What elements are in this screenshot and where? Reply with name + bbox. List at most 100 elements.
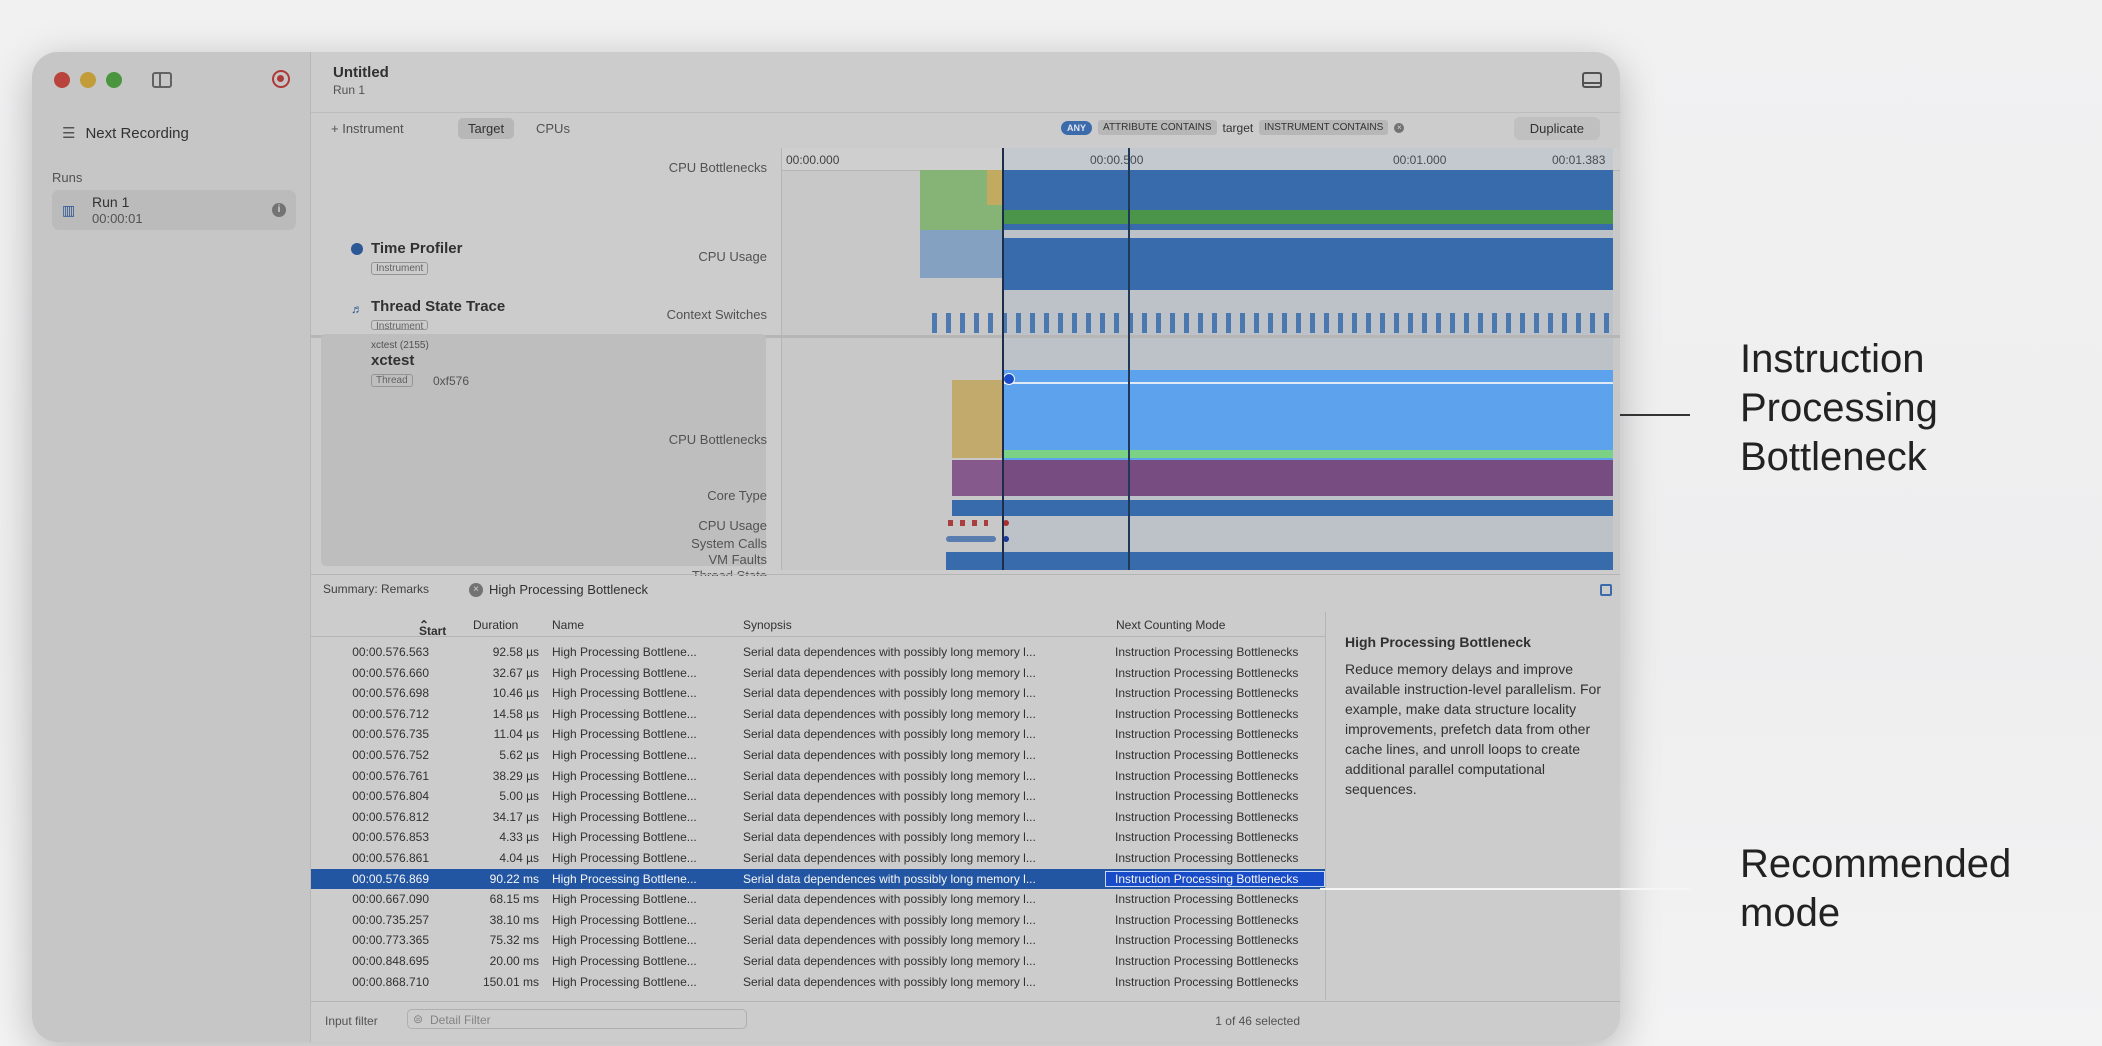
selection-start-line[interactable] <box>1002 148 1004 570</box>
cell-next-counting-mode: Instruction Processing Bottlenecks <box>1115 953 1299 968</box>
cpu-bottleneck-band <box>1003 170 1613 210</box>
table-row[interactable]: 00:00.576.804 5.00 µs High Processing Bott… <box>311 786 1325 807</box>
time-profiler-icon <box>351 243 363 255</box>
table-row[interactable]: 00:00.576.735 11.04 µs High Processing Bot… <box>311 724 1325 745</box>
process-name: xctest <box>371 352 415 369</box>
cell-name: High Processing Bottlene... <box>552 974 697 989</box>
add-instrument-button[interactable]: + Instrument <box>331 121 404 136</box>
track-filter[interactable]: ANY ATTRIBUTE CONTAINS target INSTRUMENT… <box>1061 120 1405 135</box>
time-profiler-tag: Instrument <box>371 262 429 275</box>
main-area: Untitled Run 1 + Instrument Target CPUs … <box>311 52 1620 1042</box>
bottom-panel-toggle-icon[interactable] <box>1582 72 1602 88</box>
cell-duration: 4.33 µs <box>499 830 539 845</box>
table-row[interactable]: 00:00.576.563 92.58 µs High Processing Bot… <box>311 642 1325 663</box>
cell-synopsis: Serial data dependences with possibly lo… <box>743 974 1036 989</box>
cell-start: 00:00.576.752 <box>352 747 429 762</box>
col-duration[interactable]: Duration <box>473 618 518 632</box>
col-start-label: Start <box>418 624 447 638</box>
summary-filter-token[interactable]: × High Processing Bottleneck <box>469 582 648 597</box>
toolbar: + Instrument Target CPUs ANY ATTRIBUTE C… <box>311 112 1620 147</box>
cell-next-counting-mode: Instruction Processing Bottlenecks <box>1115 974 1299 989</box>
document-subtitle: Run 1 <box>333 83 366 97</box>
cell-name: High Processing Bottlene... <box>552 830 697 845</box>
clear-filter-icon[interactable]: × <box>1394 122 1405 133</box>
next-recording-item[interactable]: ☰ Next Recording <box>62 124 189 143</box>
clear-token-icon[interactable]: × <box>469 582 483 597</box>
cell-synopsis: Serial data dependences with possibly lo… <box>743 665 1036 680</box>
tab-target[interactable]: Target <box>458 118 515 139</box>
cell-name: High Processing Bottlene... <box>552 686 697 701</box>
table-row[interactable]: 00:00.868.710 150.01 ms High Processing Bo… <box>311 972 1325 993</box>
cell-synopsis: Serial data dependences with possibly lo… <box>743 809 1036 824</box>
table-row[interactable]: 00:00.848.695 20.00 ms High Processing Bot… <box>311 951 1325 972</box>
cell-start: 00:00.576.812 <box>352 809 429 824</box>
duplicate-button[interactable]: Duplicate <box>1513 117 1600 140</box>
summary-selector[interactable]: Summary: Remarks <box>323 582 429 596</box>
info-icon[interactable]: i <box>272 203 286 217</box>
cpu-bottleneck-pre-block <box>987 170 1003 205</box>
table-row[interactable]: 00:00.576.698 10.46 µs High Processing Bot… <box>311 683 1325 704</box>
track-thread-state-trace[interactable]: Thread State Trace <box>371 298 505 315</box>
close-button[interactable] <box>54 72 70 88</box>
playhead[interactable] <box>1128 148 1130 570</box>
cell-next-counting-mode: Instruction Processing Bottlenecks <box>1115 892 1299 907</box>
tab-cpus[interactable]: CPUs <box>536 121 570 136</box>
cell-name: High Processing Bottlene... <box>552 871 697 886</box>
table-row[interactable]: 00:00.735.257 38.10 ms High Processing Bot… <box>311 910 1325 931</box>
col-name[interactable]: Name <box>552 618 584 632</box>
col-next-counting-mode[interactable]: Next Counting Mode <box>1116 618 1225 632</box>
instrument-contains-token[interactable]: INSTRUMENT CONTAINS <box>1259 120 1389 135</box>
region-start-handle[interactable] <box>1003 373 1015 385</box>
table-row[interactable]: 00:00.576.853 4.33 µs High Processing Bott… <box>311 827 1325 848</box>
cell-name: High Processing Bottlene... <box>552 645 697 659</box>
track-label-vm-faults: VM Faults <box>708 552 767 567</box>
cell-next-counting-mode: Instruction Processing Bottlenecks <box>1115 686 1299 701</box>
sidebar-toggle-icon[interactable] <box>152 72 172 88</box>
minimize-button[interactable] <box>80 72 96 88</box>
table-row[interactable]: 00:00.576.712 14.58 µs High Processing Bot… <box>311 704 1325 725</box>
table-row[interactable]: 00:00.667.090 68.15 ms High Processing Bot… <box>311 889 1325 910</box>
cell-duration: 75.32 ms <box>489 933 539 948</box>
table-row[interactable]: 00:00.576.869 90.22 ms High Processing Bot… <box>311 868 1325 890</box>
any-filter-pill[interactable]: ANY <box>1061 120 1093 135</box>
cell-duration: 14.58 µs <box>492 706 539 721</box>
cell-start: 00:00.576.712 <box>352 706 429 721</box>
table-row[interactable]: 00:00.576.752 5.62 µs High Processing Bott… <box>311 745 1325 766</box>
col-synopsis[interactable]: Synopsis <box>743 618 792 632</box>
attribute-contains-token[interactable]: ATTRIBUTE CONTAINS <box>1098 120 1217 135</box>
cell-name: High Processing Bottlene... <box>552 768 697 783</box>
table-row[interactable]: 00:00.576.660 32.67 µs High Processing Bot… <box>311 663 1325 684</box>
cell-synopsis: Serial data dependences with possibly lo… <box>743 850 1036 865</box>
filter-term[interactable]: target <box>1223 121 1254 135</box>
list-icon: ☰ <box>62 125 76 142</box>
cell-start: 00:00.848.695 <box>352 953 429 968</box>
cell-start: 00:00.667.090 <box>352 892 429 907</box>
detail-filter-input[interactable]: Detail Filter <box>407 1009 747 1029</box>
input-filter-label[interactable]: Input filter <box>325 1014 378 1028</box>
cell-name: High Processing Bottlene... <box>552 933 697 948</box>
table-row[interactable]: 00:00.773.365 75.32 ms High Processing Bot… <box>311 930 1325 951</box>
thread-type-select[interactable]: Thread <box>371 374 413 387</box>
summary-filter-label: High Processing Bottleneck <box>489 582 648 597</box>
cell-next-counting-mode: Instruction Processing Bottlenecks <box>1115 933 1299 948</box>
cell-name: High Processing Bottlene... <box>552 809 697 824</box>
track-time-profiler[interactable]: Time Profiler <box>371 240 462 257</box>
callout-line-bottom <box>1320 888 1690 890</box>
next-recording-label: Next Recording <box>85 124 189 142</box>
table-row[interactable]: 00:00.576.861 4.04 µs High Processing Bott… <box>311 848 1325 869</box>
inspector-toggle-icon[interactable] <box>1600 584 1612 596</box>
sidebar-item-run-1[interactable]: ▥ Run 1 00:00:01 i <box>52 190 296 230</box>
context-switch-marks <box>932 313 1613 333</box>
table-row[interactable]: 00:00.576.812 34.17 µs High Processing Bot… <box>311 807 1325 828</box>
record-icon[interactable] <box>272 70 290 88</box>
cell-next-counting-mode: Instruction Processing Bottlenecks <box>1115 789 1299 804</box>
zoom-button[interactable] <box>106 72 122 88</box>
timeline[interactable]: 00:00.000 00:00.500 00:01.000 00:01.383 <box>781 148 1620 570</box>
table-row[interactable]: 00:00.576.761 38.29 µs High Processing Bot… <box>311 766 1325 787</box>
track-labels: CPU Bottlenecks Time Profiler Instrument… <box>311 148 781 576</box>
callout-instruction-processing: Instruction Processing Bottleneck <box>1740 337 1938 479</box>
cell-start: 00:00.576.735 <box>352 727 429 742</box>
remark-description: Reduce memory delays and improve availab… <box>1345 661 1601 797</box>
col-start[interactable]: Start ⌃ <box>337 618 446 638</box>
cell-duration: 34.17 µs <box>492 809 539 824</box>
